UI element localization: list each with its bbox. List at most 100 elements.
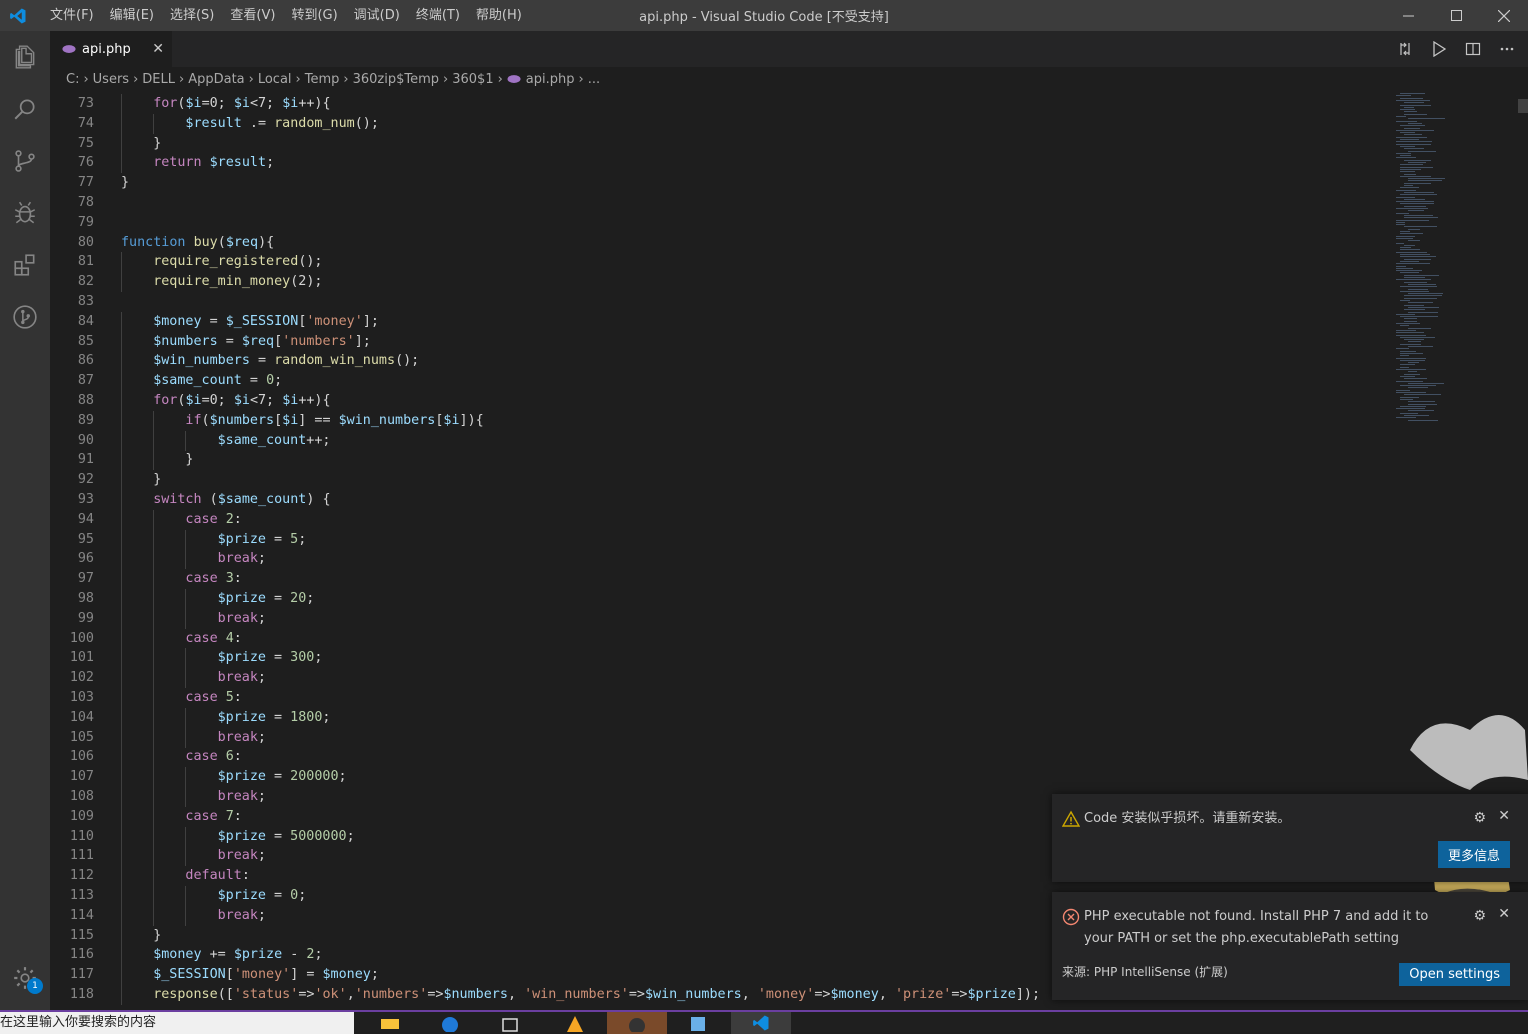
code-line[interactable]: 101 $prize = 300; [50,648,1392,669]
code-line[interactable]: 107 $prize = 200000; [50,767,1392,788]
code-line[interactable]: 100 case 4: [50,628,1392,649]
code-line[interactable]: 106 case 6: [50,747,1392,768]
code-line[interactable]: 82 require_min_money(2); [50,272,1392,293]
code-line[interactable]: 104 $prize = 1800; [50,707,1392,728]
store-icon[interactable] [480,1012,540,1034]
code-line[interactable]: 93 switch ($same_count) { [50,490,1392,510]
notification-close-icon[interactable]: ✕ [1498,906,1510,922]
compare-changes-icon[interactable] [1396,40,1414,58]
tab-close-icon[interactable]: ✕ [152,41,164,57]
code-line[interactable]: 75} [50,133,1392,154]
scrollbar-thumb[interactable] [1518,99,1528,113]
minimap-line [1400,350,1416,352]
manage-gear-button[interactable]: 1 [0,960,50,996]
code-line[interactable]: 95 $prize = 5; [50,529,1392,550]
breadcrumb-item[interactable]: 360zip$Temp [353,72,439,87]
code-line[interactable]: 92} [50,470,1392,491]
code-line[interactable]: 98 $prize = 20; [50,589,1392,609]
minimize-button[interactable] [1384,0,1432,31]
notification-close-icon[interactable]: ✕ [1498,808,1510,824]
code-line[interactable]: 85 $numbers = $req['numbers']; [50,331,1392,352]
code-line[interactable]: 97 case 3: [50,569,1392,590]
code-line[interactable]: 73 for($i=0; $i<7; $i++){ [50,94,1392,114]
explorer-icon[interactable] [0,31,50,83]
code-line[interactable]: 86 $win_numbers = random_win_nums(); [50,351,1392,372]
code-line[interactable]: 89 if($numbers[$i] == $win_numbers[$i]){ [50,410,1392,431]
code-line[interactable]: 105 break; [50,727,1392,748]
code-line[interactable]: 96 break; [50,549,1392,570]
code-line[interactable]: 87 $same_count = 0; [50,371,1392,392]
more-info-button[interactable]: 更多信息 [1437,841,1510,868]
code-line[interactable]: 80 function buy($req){ [50,233,1392,253]
menu-view[interactable]: 查看(V) [222,0,283,31]
breadcrumb-item[interactable]: AppData [188,72,244,87]
breadcrumb-file[interactable]: api.php [526,72,575,87]
code-line[interactable]: 77} [50,173,1392,193]
code-line[interactable]: 99 break; [50,608,1392,629]
breadcrumb-item[interactable]: Local [258,72,292,87]
code-line[interactable]: 84 $money = $_SESSION['money']; [50,311,1392,332]
line-number: 76 [77,155,94,171]
more-actions-icon[interactable] [1498,40,1516,58]
breadcrumb-item[interactable]: DELL [142,72,175,87]
browser-app-icon[interactable] [545,1012,605,1034]
code-token: , [878,987,895,1002]
code-token: ) { [306,492,331,507]
code-line[interactable]: 81 require_registered(); [50,252,1392,273]
code-line[interactable]: 83 [50,292,1392,312]
tab-api-php[interactable]: api.php ✕ [50,31,172,67]
code-token: case [185,571,218,587]
minimap-line [1404,182,1432,184]
git-history-icon[interactable] [0,291,50,343]
indent-guide [121,351,122,372]
breadcrumb-item[interactable]: 360$1 [452,72,493,87]
menu-edit[interactable]: 编辑(E) [102,0,162,31]
close-window-button[interactable] [1480,0,1528,31]
calculator-app-icon[interactable] [668,1012,728,1034]
minimap-line [1404,378,1427,380]
code-line[interactable]: 103 case 5: [50,688,1392,708]
code-token: $i [282,393,299,408]
code-line[interactable]: 94 case 2: [50,509,1392,530]
breadcrumb-item[interactable]: Users [93,72,129,87]
taskbar-search-input[interactable]: 在这里输入你要搜索的内容 [0,1012,354,1034]
menu-go[interactable]: 转到(G) [283,0,345,31]
maximize-button[interactable] [1432,0,1480,31]
menu-debug[interactable]: 调试(D) [346,0,408,31]
minimap-line [1400,366,1409,368]
menu-selection[interactable]: 选择(S) [162,0,222,31]
notification-settings-gear-icon[interactable]: ⚙ [1473,908,1486,924]
open-settings-button[interactable]: Open settings [1399,963,1510,986]
chevron-right-icon: › [343,71,349,87]
code-line[interactable]: 79 [50,213,1392,233]
run-icon[interactable] [1430,40,1448,58]
code-line[interactable]: 91} [50,450,1392,471]
code-text: case 6: [185,747,241,767]
menu-terminal[interactable]: 终端(T) [408,0,468,31]
minimap-line [1396,334,1427,336]
vscode-taskbar-icon[interactable] [731,1012,791,1034]
file-explorer-icon[interactable] [360,1012,420,1034]
breadcrumb-item[interactable]: C: [66,72,79,87]
code-line[interactable]: 90 $same_count++; [50,430,1392,451]
code-line[interactable]: 102 break; [50,668,1392,689]
code-token: = [265,531,291,547]
edge-browser-icon[interactable] [420,1012,480,1034]
notification-settings-gear-icon[interactable]: ⚙ [1473,810,1486,826]
split-editor-icon[interactable] [1464,40,1482,58]
breadcrumb-symbols[interactable]: ... [588,72,600,87]
extensions-icon[interactable] [0,239,50,291]
code-line[interactable]: 88 for($i=0; $i<7; $i++){ [50,391,1392,411]
search-icon[interactable] [0,83,50,135]
source-control-icon[interactable] [0,135,50,187]
debug-icon[interactable] [0,187,50,239]
menu-help[interactable]: 帮助(H) [468,0,530,31]
breadcrumb-item[interactable]: Temp [305,72,340,87]
media-app-icon[interactable] [607,1012,667,1034]
code-line[interactable]: 78 [50,193,1392,213]
code-line[interactable]: 76 return $result; [50,153,1392,174]
menu-file[interactable]: 文件(F) [42,0,102,31]
chevron-right-icon: › [295,71,301,87]
code-line[interactable]: 74 $result .= random_num(); [50,113,1392,134]
